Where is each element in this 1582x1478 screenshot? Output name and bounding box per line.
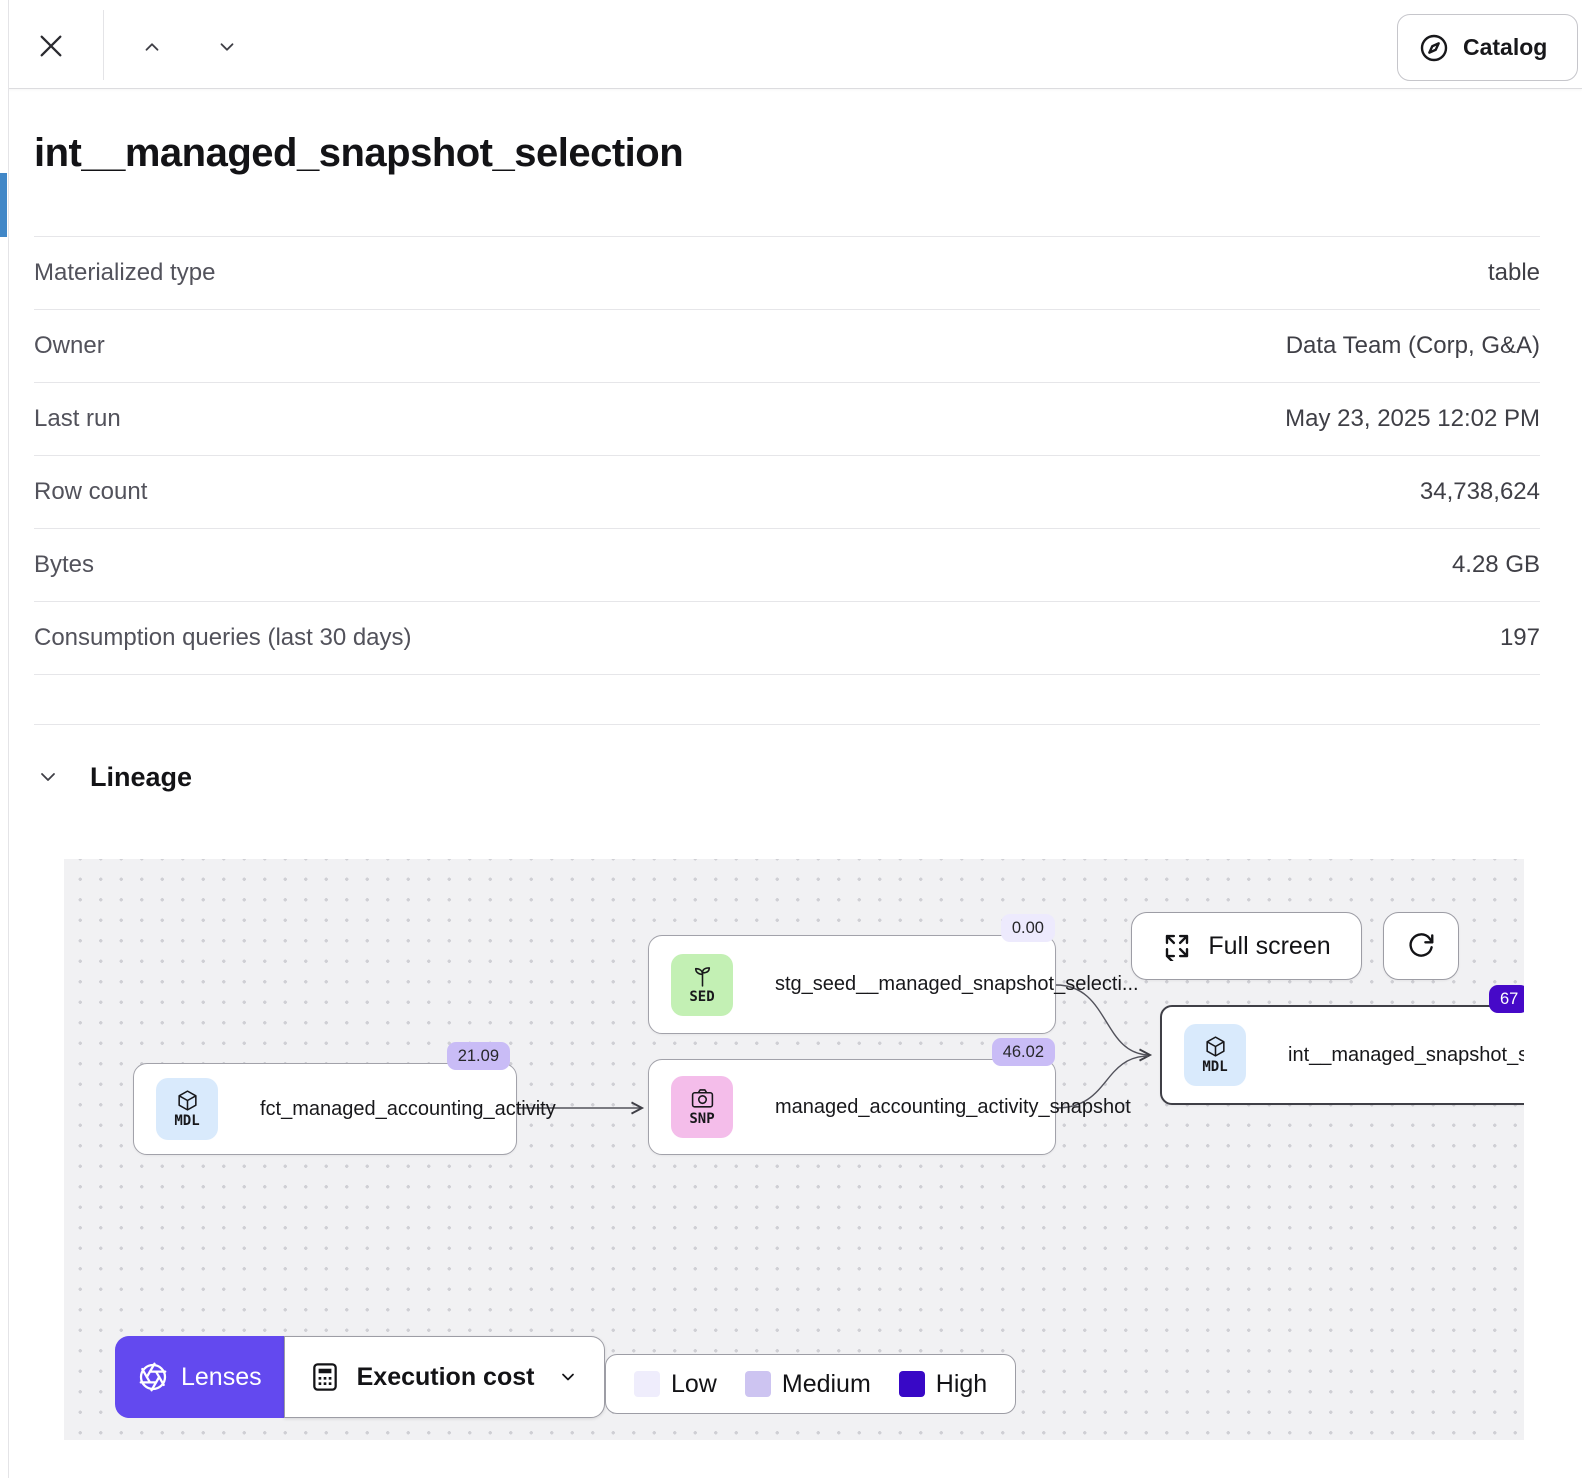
table-row: Materialized type table <box>34 236 1540 309</box>
node-label: managed_accounting_activity_snapshot <box>775 1096 1131 1119</box>
cost-badge: 21.09 <box>447 1042 510 1070</box>
lineage-graph-canvas[interactable]: 21.09 MDL fct_managed_accounting_activit… <box>64 859 1524 1440</box>
legend-label: Medium <box>782 1370 871 1399</box>
table-row: Owner Data Team (Corp, G&A) <box>34 309 1540 382</box>
rail-active-indicator <box>0 173 7 237</box>
legend-label: High <box>936 1370 987 1399</box>
meta-value: 197 <box>1500 624 1540 652</box>
table-row: Last run May 23, 2025 12:02 PM <box>34 382 1540 455</box>
catalog-button-label: Catalog <box>1463 34 1547 61</box>
cost-badge: 46.02 <box>992 1038 1055 1066</box>
legend-item-medium: Medium <box>745 1370 871 1399</box>
model-type-chip: MDL <box>1184 1024 1246 1086</box>
node-label: fct_managed_accounting_activity <box>260 1098 556 1121</box>
top-bar: Catalog <box>0 0 1582 89</box>
chevron-down-icon <box>214 36 240 58</box>
compass-icon <box>1418 32 1450 64</box>
lens-selected-label: Execution cost <box>357 1363 535 1392</box>
legend-swatch-medium <box>745 1371 771 1397</box>
node-type-label: MDL <box>174 1113 199 1130</box>
catalog-button[interactable]: Catalog <box>1397 14 1578 81</box>
page-title: int__managed_snapshot_selection <box>34 89 1540 176</box>
meta-value: 4.28 GB <box>1452 551 1540 579</box>
node-type-label: SNP <box>689 1111 714 1128</box>
meta-label: Last run <box>34 405 121 433</box>
sprout-icon <box>690 964 715 989</box>
cube-icon <box>175 1088 200 1113</box>
node-label: int__managed_snapshot_selection <box>1288 1044 1524 1067</box>
legend-swatch-high <box>899 1371 925 1397</box>
cost-legend: Low Medium High <box>605 1354 1016 1414</box>
table-row: Consumption queries (last 30 days) 197 <box>34 601 1540 674</box>
meta-label: Bytes <box>34 551 94 579</box>
meta-value: Data Team (Corp, G&A) <box>1286 332 1540 360</box>
chevron-down-icon <box>556 1367 580 1387</box>
expand-arrows-icon <box>1162 931 1192 961</box>
lens-selector-dropdown[interactable]: Execution cost <box>284 1336 606 1418</box>
fullscreen-button-label: Full screen <box>1208 932 1330 961</box>
refresh-graph-button[interactable] <box>1383 912 1459 980</box>
lineage-section-title: Lineage <box>90 762 192 793</box>
model-type-chip: MDL <box>156 1078 218 1140</box>
refresh-icon <box>1406 931 1436 961</box>
meta-label: Row count <box>34 478 147 506</box>
cube-icon <box>1203 1034 1228 1059</box>
topbar-divider <box>103 10 104 80</box>
meta-label: Consumption queries (last 30 days) <box>34 624 412 652</box>
detail-panel: int__managed_snapshot_selection Material… <box>0 89 1582 1440</box>
table-row: Row count 34,738,624 <box>34 455 1540 528</box>
lenses-button-label: Lenses <box>181 1363 262 1392</box>
meta-label: Materialized type <box>34 259 215 287</box>
table-row: Bytes 4.28 GB <box>34 528 1540 601</box>
snapshot-type-chip: SNP <box>671 1076 733 1138</box>
close-button[interactable] <box>33 28 69 64</box>
next-item-button[interactable] <box>211 33 243 61</box>
metadata-spacer <box>34 674 1540 725</box>
node-label: stg_seed__managed_snapshot_selecti... <box>775 973 1139 996</box>
cost-badge: 67 <box>1489 985 1524 1013</box>
legend-label: Low <box>671 1370 717 1399</box>
lenses-button[interactable]: Lenses <box>115 1336 284 1418</box>
meta-label: Owner <box>34 332 105 360</box>
camera-icon <box>690 1086 715 1111</box>
left-edge-rail <box>0 0 9 1478</box>
meta-value: May 23, 2025 12:02 PM <box>1285 405 1540 433</box>
node-type-label: MDL <box>1202 1059 1227 1076</box>
lineage-node-int-managed-snapshot-selection[interactable]: 67 MDL int__managed_snapshot_selection <box>1160 1005 1524 1105</box>
lineage-node-stg-seed-managed-snapshot-selection[interactable]: 0.00 SED stg_seed__managed_snapshot_sele… <box>648 935 1056 1034</box>
lineage-node-fct-managed-accounting-activity[interactable]: 21.09 MDL fct_managed_accounting_activit… <box>133 1063 517 1155</box>
legend-item-low: Low <box>634 1370 717 1399</box>
lineage-collapse-toggle[interactable] <box>34 765 62 789</box>
meta-value: 34,738,624 <box>1420 478 1540 506</box>
lineage-node-managed-accounting-activity-snapshot[interactable]: 46.02 SNP managed_accounting_activity_sn… <box>648 1059 1056 1155</box>
chevron-up-icon <box>139 36 165 58</box>
seed-type-chip: SED <box>671 954 733 1016</box>
close-icon <box>35 30 67 62</box>
legend-swatch-low <box>634 1371 660 1397</box>
aperture-icon <box>137 1361 169 1393</box>
node-type-label: SED <box>689 989 714 1006</box>
legend-item-high: High <box>899 1370 987 1399</box>
meta-value: table <box>1488 259 1540 287</box>
lens-controls: Lenses Execution cost <box>115 1336 605 1418</box>
chevron-down-icon <box>34 765 62 789</box>
previous-item-button[interactable] <box>136 33 168 61</box>
fullscreen-button[interactable]: Full screen <box>1131 912 1362 980</box>
cost-badge: 0.00 <box>1001 914 1055 942</box>
metadata-table: Materialized type table Owner Data Team … <box>34 236 1540 725</box>
execution-cost-icon <box>309 1361 341 1393</box>
